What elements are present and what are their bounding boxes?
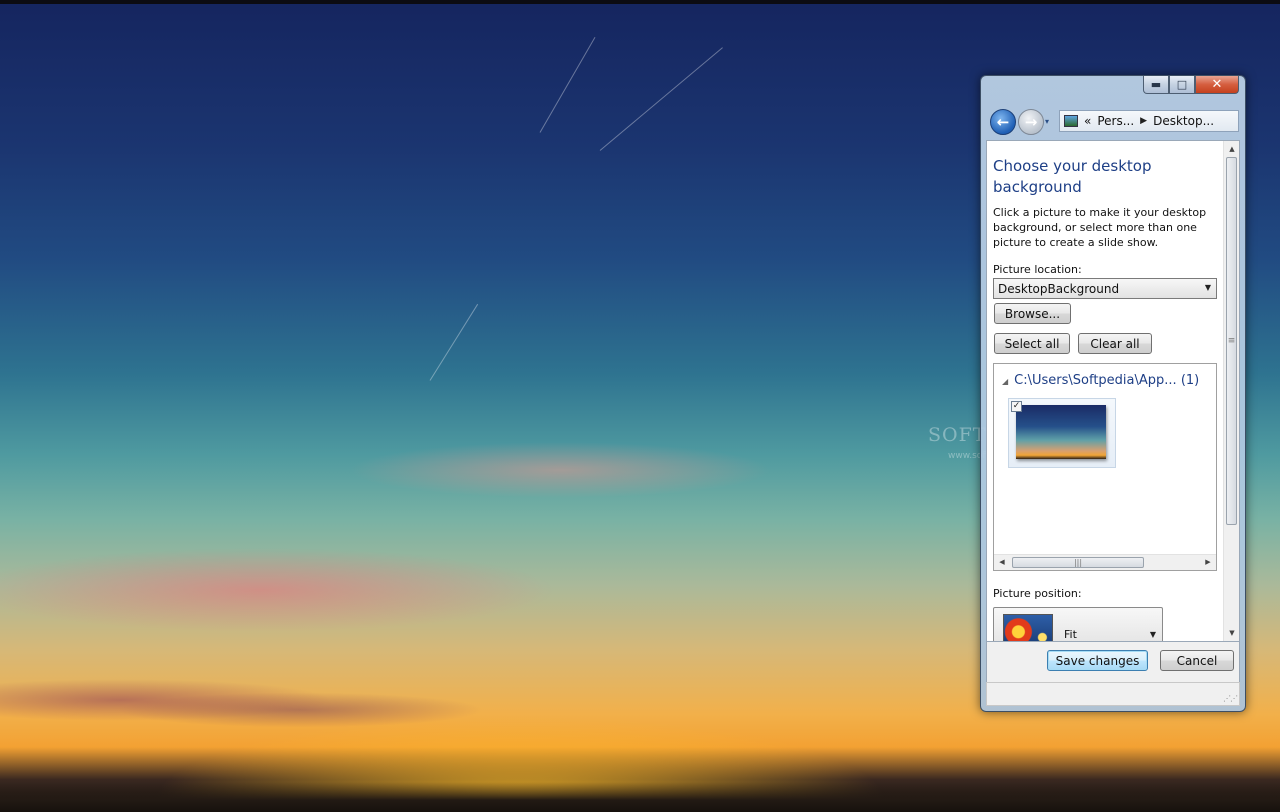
- address-segment-desktop[interactable]: Desktop...: [1153, 114, 1214, 128]
- resize-grip-icon[interactable]: ⋰⋰: [1223, 694, 1238, 703]
- dialog-footer: Save changes Cancel: [986, 642, 1240, 682]
- forward-arrow-icon[interactable]: →: [1018, 109, 1044, 135]
- position-preview-image: [1003, 614, 1053, 641]
- clear-all-button[interactable]: Clear all: [1078, 333, 1152, 354]
- scroll-up-icon[interactable]: ▲: [1224, 141, 1239, 157]
- maximize-button[interactable]: □: [1169, 76, 1195, 94]
- picture-location-select[interactable]: DesktopBackground ▼: [993, 278, 1217, 299]
- contrail: [599, 47, 723, 151]
- picture-location-value: DesktopBackground: [998, 281, 1120, 296]
- recent-pages-dropdown-icon[interactable]: ▾: [1045, 117, 1049, 126]
- page-title: Choose your desktop background: [993, 157, 1152, 196]
- scroll-left-icon[interactable]: ◀: [994, 555, 1010, 570]
- browse-button[interactable]: Browse...: [994, 303, 1071, 324]
- status-bar: ⋰⋰: [986, 682, 1240, 706]
- chevron-down-icon: ▼: [1149, 630, 1156, 639]
- address-separator-icon: ▶: [1140, 116, 1148, 126]
- contrail: [429, 303, 479, 381]
- address-overflow[interactable]: «: [1084, 114, 1091, 128]
- horizontal-scroll-thumb[interactable]: |||: [1012, 557, 1144, 568]
- picture-list[interactable]: ◢ C:\Users\Softpedia\App... (1) ✓ ◀ ||| ▶: [993, 363, 1217, 571]
- minimize-button[interactable]: ▬: [1143, 76, 1169, 94]
- picture-location-label: Picture location:: [993, 263, 1082, 276]
- top-edge-bar: [0, 0, 1280, 4]
- select-all-button[interactable]: Select all: [994, 333, 1070, 354]
- address-segment-personalization[interactable]: Pers...: [1097, 114, 1134, 128]
- content-panel: Choose your desktop background Click a p…: [986, 140, 1240, 642]
- picture-group-title: C:\Users\Softpedia\App... (1): [1014, 373, 1200, 388]
- desktop-background-window: ▬ □ ✕ ← → ▾ « Pers... ▶ Desktop... Choos…: [980, 75, 1246, 712]
- picture-thumbnail[interactable]: ✓: [1008, 398, 1116, 468]
- scroll-down-icon[interactable]: ▼: [1224, 625, 1239, 641]
- horizontal-scrollbar[interactable]: ◀ ||| ▶: [994, 554, 1216, 570]
- cancel-button[interactable]: Cancel: [1160, 650, 1234, 671]
- back-arrow-icon[interactable]: ←: [990, 109, 1016, 135]
- vertical-scrollbar[interactable]: ▲ ≡ ▼: [1223, 141, 1239, 641]
- vertical-scroll-thumb[interactable]: ≡: [1226, 157, 1237, 525]
- picture-position-select[interactable]: Fit ▼: [993, 607, 1163, 641]
- chevron-down-icon: ▼: [1204, 283, 1211, 292]
- wallpaper-thumbnail-image: [1016, 405, 1106, 459]
- horizon-hills: [0, 782, 1280, 812]
- picture-position-label: Picture position:: [993, 587, 1082, 600]
- caption-buttons: ▬ □ ✕: [1143, 76, 1239, 96]
- picture-group-header[interactable]: ◢ C:\Users\Softpedia\App... (1): [1002, 373, 1199, 388]
- page-description: Click a picture to make it your desktop …: [993, 206, 1207, 249]
- save-changes-button[interactable]: Save changes: [1047, 650, 1148, 671]
- control-panel-icon: [1064, 115, 1078, 127]
- address-bar[interactable]: « Pers... ▶ Desktop...: [1059, 110, 1239, 132]
- picture-position-value: Fit: [1064, 628, 1077, 641]
- scroll-right-icon[interactable]: ▶: [1200, 555, 1216, 570]
- collapse-triangle-icon[interactable]: ◢: [1002, 377, 1008, 386]
- close-button[interactable]: ✕: [1195, 76, 1239, 94]
- picture-checkbox[interactable]: ✓: [1011, 401, 1022, 412]
- contrail: [539, 36, 596, 133]
